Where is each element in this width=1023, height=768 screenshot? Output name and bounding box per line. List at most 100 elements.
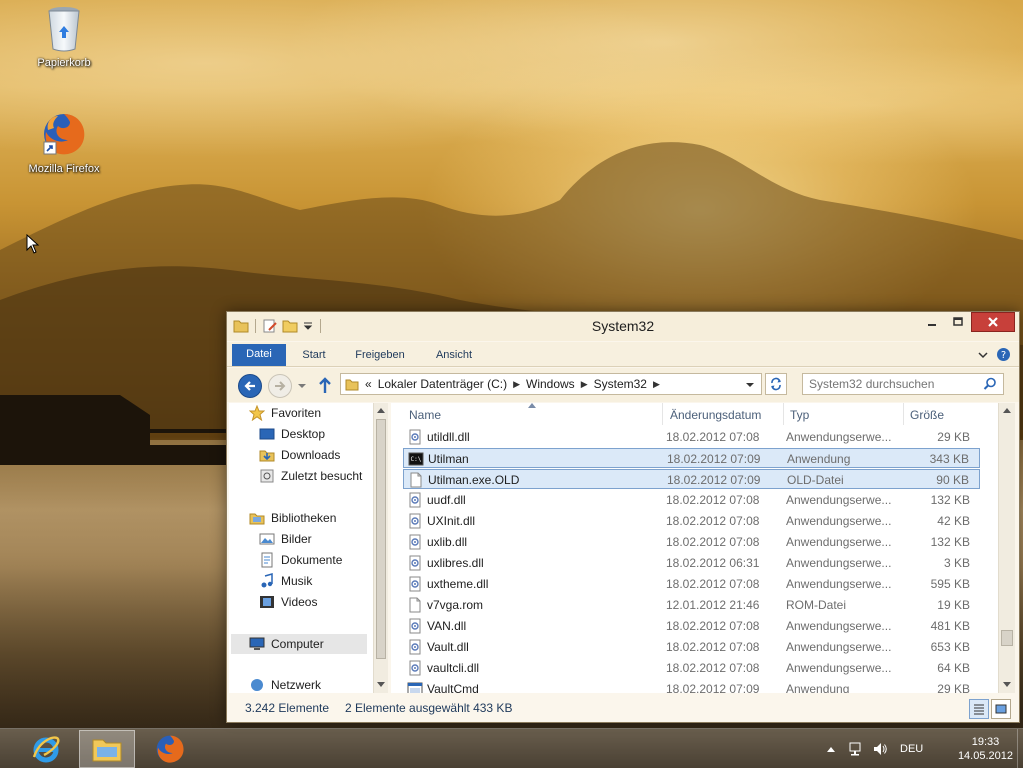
- show-desktop-button[interactable]: [1017, 729, 1023, 768]
- tab-share[interactable]: Freigeben: [351, 345, 409, 367]
- up-arrow-icon[interactable]: [317, 377, 333, 395]
- nav-item-recent-places[interactable]: Zuletzt besucht: [259, 466, 362, 486]
- table-row[interactable]: Vault.dll 18.02.2012 07:08 Anwendungserwe.…: [403, 637, 980, 657]
- refresh-button[interactable]: [765, 373, 787, 395]
- file-explorer-icon: [92, 739, 122, 762]
- volume-icon[interactable]: [872, 741, 888, 757]
- tab-view[interactable]: Ansicht: [431, 345, 477, 367]
- close-button[interactable]: [971, 312, 1015, 332]
- file-type: Anwendungserwe...: [786, 640, 891, 654]
- minimize-button[interactable]: [919, 312, 945, 332]
- scroll-down-icon[interactable]: [377, 682, 385, 688]
- file-type: Anwendungserwe...: [786, 493, 891, 507]
- address-history-dropdown-icon[interactable]: [745, 381, 755, 389]
- column-header-date[interactable]: Änderungsdatum: [664, 403, 784, 425]
- breadcrumb-separator-icon[interactable]: ▶: [513, 379, 520, 390]
- clock[interactable]: 19:33 14.05.2012: [958, 735, 1013, 763]
- taskbar-file-explorer[interactable]: [79, 730, 135, 768]
- clock-date: 14.05.2012: [957, 750, 1013, 762]
- table-row[interactable]: VaultCmd 18.02.2012 07:09 Anwendung 29 KB: [403, 679, 980, 693]
- title-bar[interactable]: System32: [227, 312, 1019, 341]
- nav-item-libraries[interactable]: Bibliotheken: [249, 508, 336, 528]
- taskbar-internet-explorer[interactable]: [18, 730, 74, 768]
- column-header-type[interactable]: Typ: [784, 403, 904, 425]
- file-name: uxtheme.dll: [427, 577, 489, 591]
- search-icon[interactable]: [983, 377, 997, 391]
- libraries-icon: [249, 510, 265, 526]
- nav-item-computer[interactable]: Computer: [231, 634, 367, 654]
- window-title: System32: [591, 318, 655, 334]
- nav-item-desktop[interactable]: Desktop: [259, 424, 325, 444]
- file-name: UXInit.dll: [427, 514, 476, 528]
- expand-ribbon-icon[interactable]: [977, 349, 989, 361]
- file-name: VaultCmd: [427, 682, 479, 693]
- table-row[interactable]: VAN.dll 18.02.2012 07:08 Anwendungserwe...…: [403, 616, 980, 636]
- navigation-bar: « Lokaler Datenträger (C:) ▶ Windows ▶ S…: [227, 368, 1019, 402]
- large-icons-view-button[interactable]: [991, 699, 1011, 719]
- computer-icon: [249, 636, 265, 652]
- search-input[interactable]: [803, 374, 973, 394]
- file-type: Anwendungserwe...: [786, 514, 891, 528]
- breadcrumb-overflow[interactable]: «: [365, 377, 372, 391]
- column-header-name[interactable]: Name: [403, 403, 663, 425]
- table-row[interactable]: uxlibres.dll 18.02.2012 06:31 Anwendungser…: [403, 553, 980, 573]
- breadcrumb-windows[interactable]: Windows: [526, 377, 575, 391]
- table-row[interactable]: uxtheme.dll 18.02.2012 07:08 Anwendungserw…: [403, 574, 980, 594]
- forward-button[interactable]: [268, 374, 292, 398]
- taskbar-firefox[interactable]: [142, 730, 198, 768]
- table-row[interactable]: UXInit.dll 18.02.2012 07:08 Anwendungserwe…: [403, 511, 980, 531]
- table-row[interactable]: C:\ Utilman 18.02.2012 07:09 Anwendung 343 K…: [403, 448, 980, 468]
- recent-locations-icon[interactable]: [297, 382, 307, 390]
- file-list-scrollbar[interactable]: [998, 403, 1015, 693]
- help-icon[interactable]: ?: [996, 347, 1011, 362]
- breadcrumb-system32[interactable]: System32: [594, 377, 647, 391]
- maximize-button[interactable]: [945, 312, 971, 332]
- minimize-icon: [928, 324, 936, 326]
- nav-item-favorites[interactable]: Favoriten: [249, 403, 321, 423]
- file-size: 64 KB: [937, 661, 970, 675]
- nav-label: Bibliotheken: [271, 511, 337, 525]
- nav-item-network[interactable]: Netzwerk: [249, 675, 321, 693]
- file-date: 18.02.2012 07:08: [666, 493, 760, 507]
- scroll-up-icon[interactable]: [377, 407, 385, 413]
- back-button[interactable]: [238, 374, 262, 398]
- show-hidden-icons-icon[interactable]: [826, 745, 836, 753]
- svg-text:C:\: C:\: [411, 456, 422, 463]
- scroll-up-icon[interactable]: [1003, 407, 1011, 413]
- downloads-icon: [259, 447, 275, 463]
- file-list-scroll-thumb[interactable]: [1001, 630, 1013, 646]
- breadcrumb-separator-icon[interactable]: ▶: [581, 379, 588, 390]
- music-icon: [259, 573, 275, 589]
- input-language[interactable]: DEU: [900, 743, 923, 755]
- nav-pane-scroll-thumb[interactable]: [376, 419, 386, 659]
- breadcrumb-drive[interactable]: Lokaler Datenträger (C:): [378, 377, 507, 391]
- dll-icon: [407, 618, 423, 634]
- nav-item-documents[interactable]: Dokumente: [259, 550, 342, 570]
- table-row[interactable]: uudf.dll 18.02.2012 07:08 Anwendungserwe..…: [403, 490, 980, 510]
- address-bar[interactable]: « Lokaler Datenträger (C:) ▶ Windows ▶ S…: [340, 373, 762, 395]
- network-status-icon[interactable]: [848, 741, 864, 757]
- table-row[interactable]: vaultcli.dll 18.02.2012 07:08 Anwendungser…: [403, 658, 980, 678]
- table-row[interactable]: Utilman.exe.OLD 18.02.2012 07:09 OLD-Datei…: [403, 469, 980, 489]
- nav-item-downloads[interactable]: Downloads: [259, 445, 340, 465]
- breadcrumb-separator-icon[interactable]: ▶: [653, 379, 660, 390]
- file-type: Anwendungserwe...: [786, 619, 891, 633]
- nav-item-music[interactable]: Musik: [259, 571, 312, 591]
- nav-item-videos[interactable]: Videos: [259, 592, 317, 612]
- scroll-down-icon[interactable]: [1003, 682, 1011, 688]
- desktop-icon-recycle-bin[interactable]: Papierkorb: [19, 6, 109, 69]
- file-name: v7vga.rom: [427, 598, 484, 612]
- nav-label: Videos: [281, 595, 318, 609]
- tab-start[interactable]: Start: [297, 345, 331, 367]
- tab-file[interactable]: Datei: [232, 344, 286, 366]
- table-row[interactable]: uxlib.dll 18.02.2012 07:08 Anwendungserwe.…: [403, 532, 980, 552]
- column-header-size[interactable]: Größe: [904, 403, 982, 425]
- details-view-button[interactable]: [969, 699, 989, 719]
- file-type: Anwendungserwe...: [786, 661, 891, 675]
- table-row[interactable]: utildll.dll 18.02.2012 07:08 Anwendungserw…: [403, 427, 980, 447]
- table-row[interactable]: v7vga.rom 12.01.2012 21:46 ROM-Datei 19 KB: [403, 595, 980, 615]
- nav-item-pictures[interactable]: Bilder: [259, 529, 312, 549]
- status-bar: 3.242 Elemente 2 Elemente ausgewählt 433…: [227, 696, 1019, 722]
- desktop-icon-firefox[interactable]: Mozilla Firefox: [19, 110, 109, 175]
- nav-pane-scrollbar[interactable]: [373, 403, 388, 693]
